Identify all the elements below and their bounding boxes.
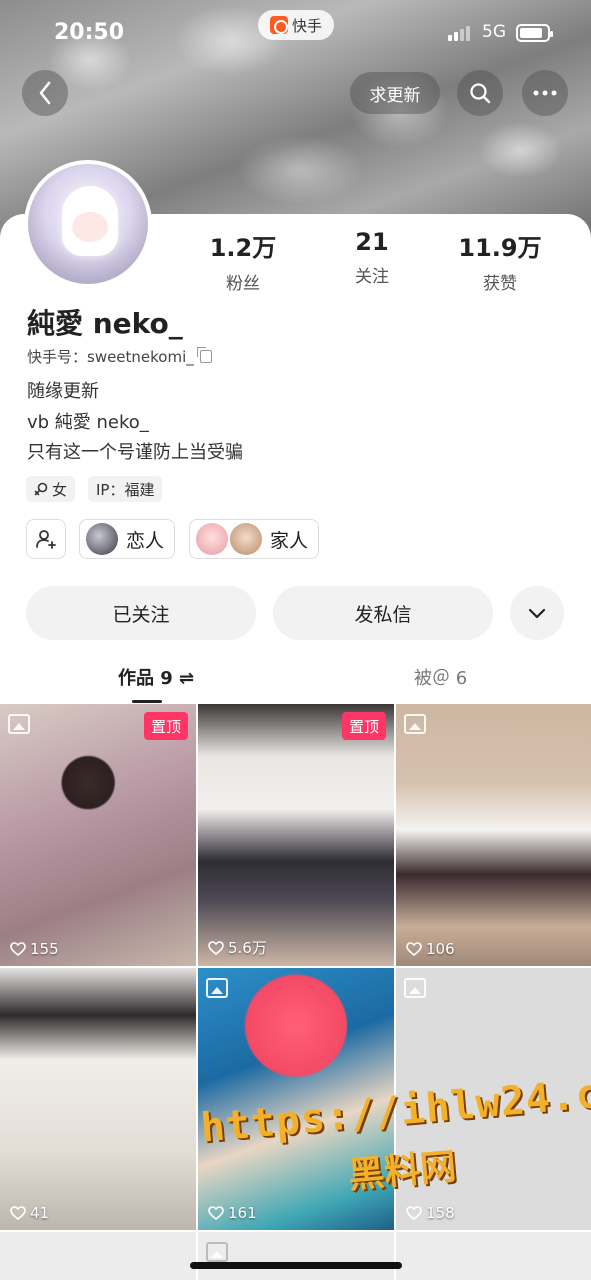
request-update-button[interactable]: 求更新 bbox=[350, 72, 440, 114]
search-button[interactable] bbox=[457, 70, 503, 116]
back-button[interactable] bbox=[22, 70, 68, 116]
watermark-site-name: 黑料网 bbox=[346, 1146, 458, 1197]
tab-mentioned[interactable]: 被＠ 6 bbox=[414, 664, 467, 690]
stat-label: 粉丝 bbox=[226, 274, 260, 294]
image-post-icon bbox=[404, 978, 426, 998]
post-tile[interactable] bbox=[198, 1232, 394, 1280]
more-button[interactable] bbox=[522, 70, 568, 116]
post-likes: 158 bbox=[406, 1204, 455, 1222]
signal-icon bbox=[448, 26, 470, 41]
send-message-button[interactable]: 发私信 bbox=[273, 586, 493, 640]
relation-avatar bbox=[196, 523, 228, 555]
expand-button[interactable] bbox=[510, 586, 564, 640]
heart-icon bbox=[208, 940, 224, 955]
app-name: 快手 bbox=[292, 16, 323, 35]
post-tile[interactable]: 置顶 155 bbox=[0, 704, 196, 966]
battery-icon bbox=[516, 24, 553, 42]
profile-name: 純愛 neko_ bbox=[27, 307, 183, 340]
stat-likes[interactable]: 11.9万 获赞 bbox=[440, 228, 560, 294]
tab-works[interactable]: 作品 9 ⇌ bbox=[118, 664, 194, 690]
post-likes: 5.6万 bbox=[208, 937, 267, 958]
add-user-icon bbox=[36, 530, 56, 549]
image-post-icon bbox=[206, 978, 228, 998]
pinned-badge: 置顶 bbox=[143, 712, 188, 740]
post-likes-count: 5.6万 bbox=[228, 939, 267, 957]
more-dots-icon bbox=[533, 90, 557, 96]
post-likes-count: 106 bbox=[426, 940, 455, 958]
female-icon bbox=[34, 482, 48, 496]
status-time: 20:50 bbox=[54, 20, 125, 45]
relation-family[interactable]: 家人 bbox=[189, 519, 320, 559]
image-post-icon bbox=[206, 1242, 228, 1262]
stat-followers[interactable]: 1.2万 粉丝 bbox=[183, 228, 303, 294]
relation-avatar bbox=[230, 523, 262, 555]
app-indicator-pill[interactable]: 快手 bbox=[258, 10, 335, 40]
stat-value: 1.2万 bbox=[209, 234, 277, 262]
stat-label: 获赞 bbox=[483, 274, 517, 294]
avatar[interactable] bbox=[24, 160, 152, 288]
bio-line: 只有这一个号谨防上当受骗 bbox=[27, 442, 243, 463]
image-post-icon bbox=[8, 714, 30, 734]
copy-icon[interactable] bbox=[196, 347, 212, 363]
pinned-badge: 置顶 bbox=[341, 712, 386, 740]
relation-lover[interactable]: 恋人 bbox=[79, 519, 176, 559]
kuaishou-logo-icon bbox=[270, 16, 288, 34]
heart-icon bbox=[10, 942, 26, 956]
bio-line: vb 純愛 neko_ bbox=[27, 412, 149, 433]
post-likes: 41 bbox=[10, 1204, 49, 1222]
heart-icon bbox=[208, 1206, 224, 1220]
status-bar: 20:50 快手 5G bbox=[0, 0, 591, 66]
stat-label: 关注 bbox=[355, 267, 389, 287]
post-likes: 155 bbox=[10, 940, 59, 958]
bio-line: 随缘更新 bbox=[27, 381, 99, 402]
chevron-left-icon bbox=[39, 81, 51, 105]
tab-active-indicator bbox=[132, 700, 162, 703]
post-tile[interactable] bbox=[0, 1232, 196, 1280]
relation-avatar bbox=[86, 523, 118, 555]
post-likes-count: 155 bbox=[30, 940, 59, 958]
stat-value: 21 bbox=[355, 228, 389, 256]
profile-page: 20:50 快手 5G 求更新 1.2万 粉丝 21 关注 11.9万 获赞 純… bbox=[0, 0, 591, 1280]
heart-icon bbox=[10, 1206, 26, 1220]
post-tile[interactable] bbox=[396, 1232, 591, 1280]
ip-location-tag: IP：福建 bbox=[88, 476, 163, 502]
post-likes-count: 158 bbox=[426, 1204, 455, 1222]
stat-following[interactable]: 21 关注 bbox=[312, 228, 432, 287]
post-tile[interactable]: 41 bbox=[0, 968, 196, 1230]
add-relation-button[interactable] bbox=[26, 519, 66, 559]
home-indicator[interactable] bbox=[190, 1262, 402, 1269]
relation-label: 恋人 bbox=[126, 529, 165, 552]
image-post-icon bbox=[404, 714, 426, 734]
chevron-down-icon bbox=[528, 608, 546, 619]
post-likes: 161 bbox=[208, 1204, 257, 1222]
relation-label: 家人 bbox=[270, 529, 309, 552]
followed-button[interactable]: 已关注 bbox=[26, 586, 256, 640]
heart-icon bbox=[406, 1206, 422, 1220]
heart-icon bbox=[406, 942, 422, 956]
post-likes-count: 161 bbox=[228, 1204, 257, 1222]
stat-value: 11.9万 bbox=[458, 234, 542, 262]
user-id-row[interactable]: 快手号：sweetnekomi_ bbox=[27, 346, 212, 367]
network-type: 5G bbox=[482, 22, 506, 42]
post-likes: 106 bbox=[406, 940, 455, 958]
post-tile[interactable]: 置顶 5.6万 bbox=[198, 704, 394, 966]
gender-tag: 女 bbox=[26, 476, 76, 502]
post-tile[interactable]: 106 bbox=[396, 704, 591, 966]
user-id: 快手号：sweetnekomi_ bbox=[27, 348, 194, 366]
post-likes-count: 41 bbox=[30, 1204, 50, 1222]
search-icon bbox=[470, 83, 491, 104]
gender-label: 女 bbox=[52, 480, 68, 499]
